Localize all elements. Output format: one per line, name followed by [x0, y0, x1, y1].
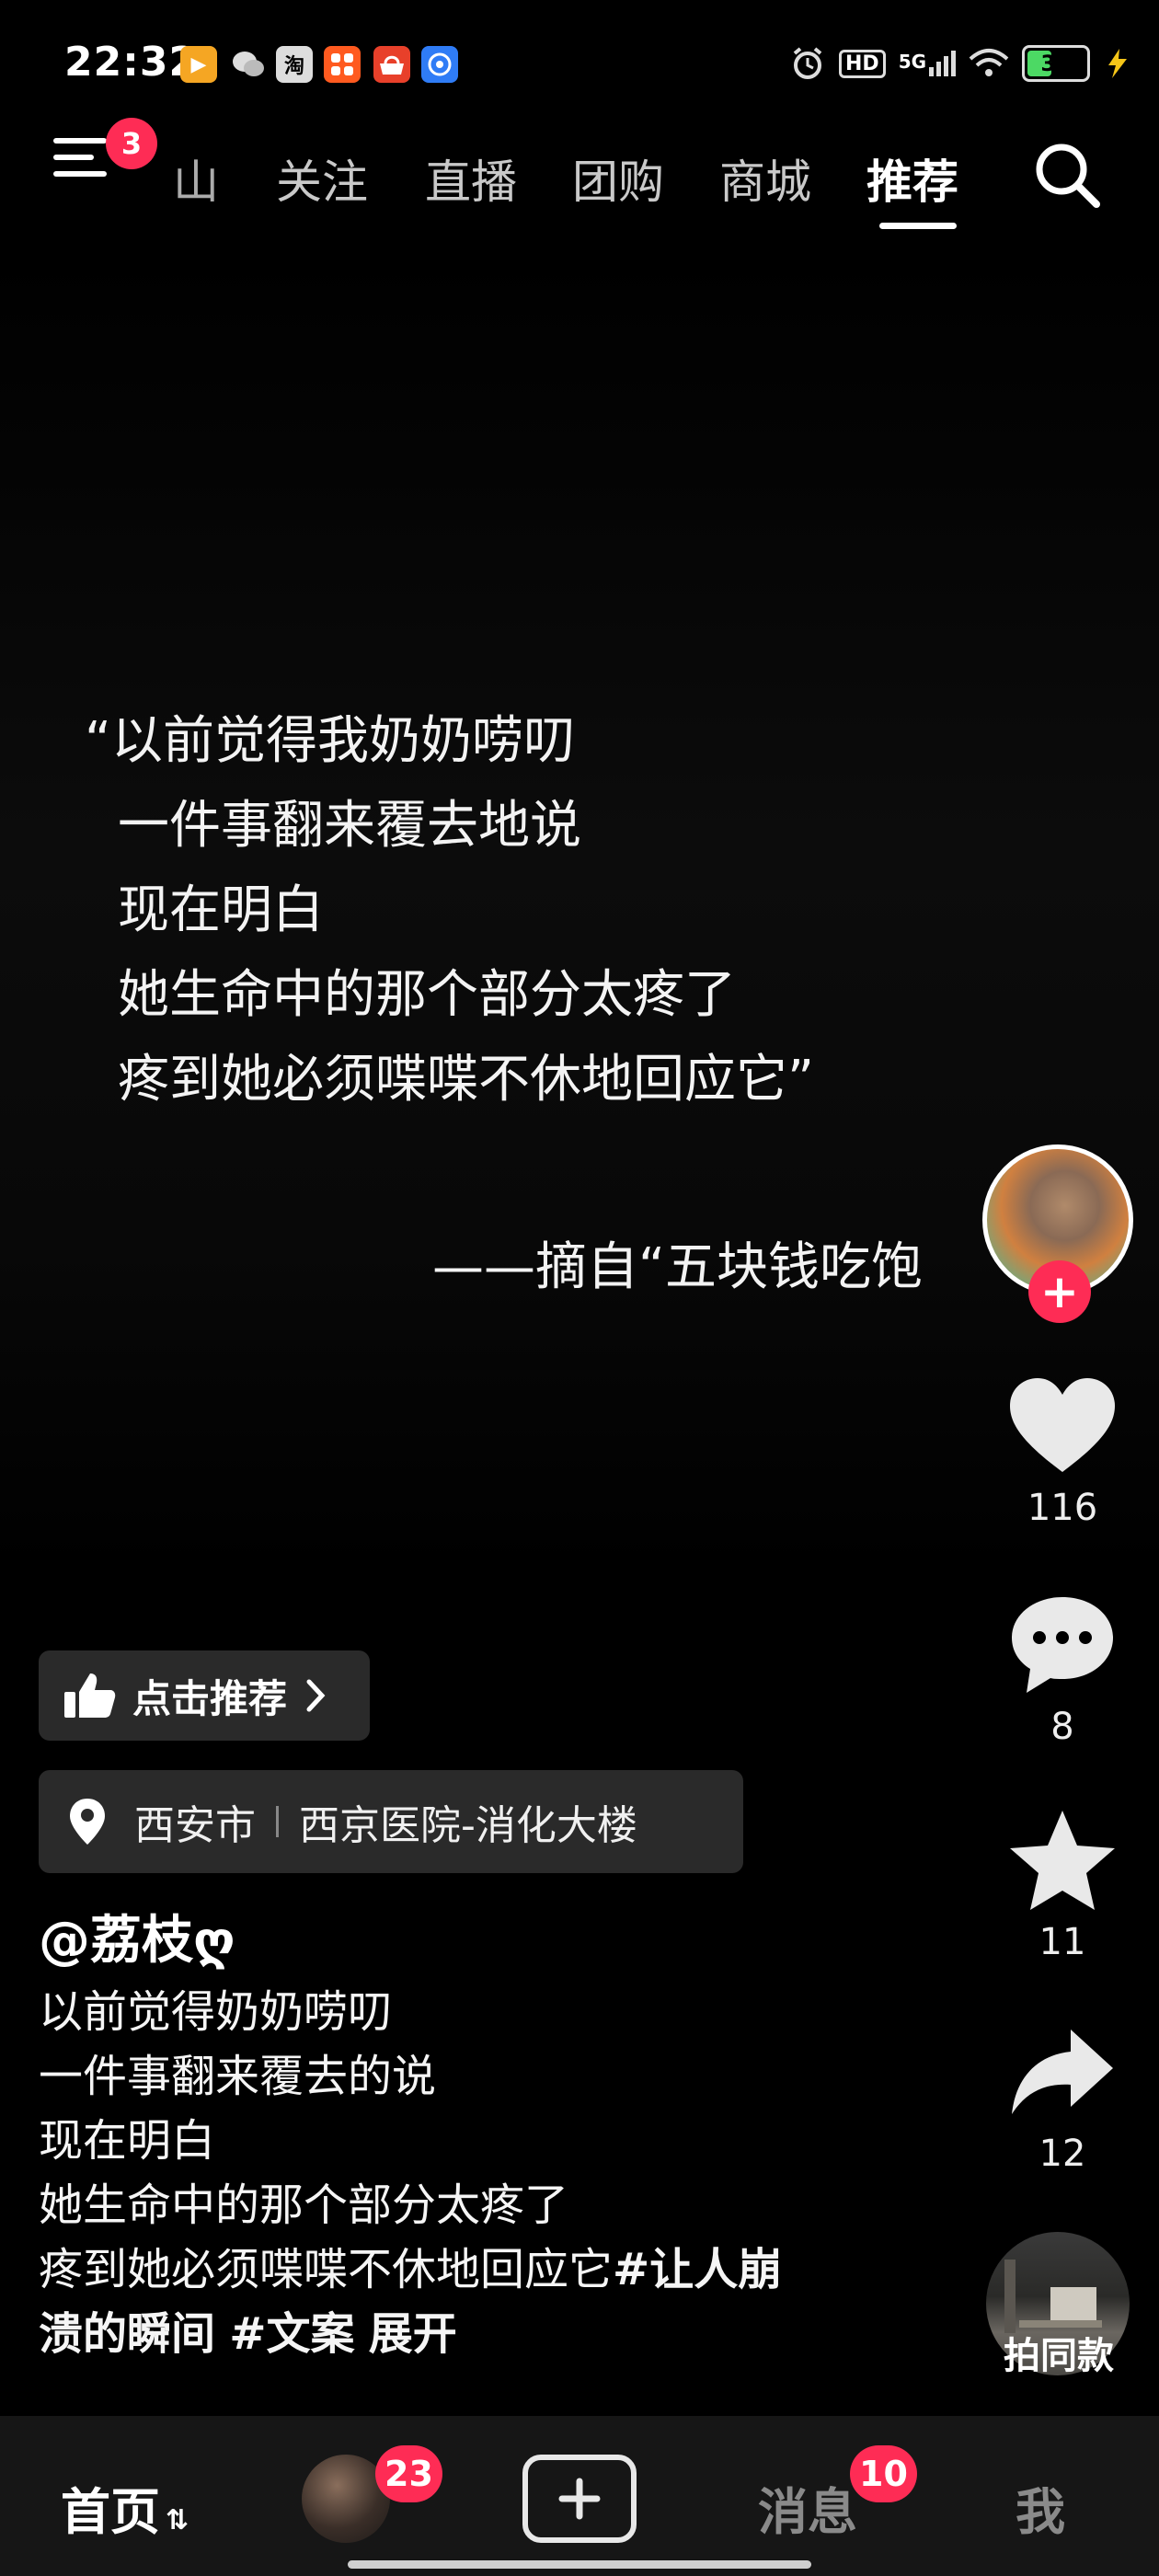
like-count: 116 — [1027, 1487, 1098, 1529]
star-icon — [1010, 1811, 1115, 1910]
tab-messages[interactable]: 消息 — [758, 2471, 857, 2544]
signal-icon: 5G — [898, 51, 957, 76]
charging-icon — [1108, 49, 1128, 78]
home-indicator — [348, 2560, 811, 2569]
network-label: 5G — [898, 51, 927, 73]
quote-line-3: 现在明白 — [118, 880, 324, 940]
description-line-6: 溃的瞬间 #文案 展开 — [39, 2302, 457, 2366]
thumbs-up-icon — [64, 1673, 116, 1718]
plus-icon — [558, 2478, 601, 2520]
wifi-icon — [969, 49, 1009, 76]
favorite-button[interactable] — [1004, 1805, 1120, 1921]
location-city: 西安市 — [134, 1802, 256, 1849]
recommend-label: 点击推荐 — [132, 1675, 288, 1721]
description-line-4: 她生命中的那个部分太疼了 — [39, 2179, 569, 2231]
quote-line-2: 一件事翻来覆去地说 — [118, 796, 581, 856]
location-divider — [276, 1806, 279, 1837]
status-indicators: HD 5G 38 — [789, 42, 1130, 85]
swap-icon: ⇅ — [166, 2504, 189, 2536]
tab-mall[interactable]: 商城 — [719, 145, 811, 212]
hd-label: HD — [839, 49, 886, 78]
menu-badge: 3 — [106, 118, 157, 169]
location-chip[interactable]: 西安市 西京医院-消化大楼 — [39, 1770, 743, 1873]
share-icon — [1012, 2030, 1113, 2114]
tab-home[interactable]: 首页 ⇅ — [61, 2471, 189, 2544]
status-time: 22:32 — [64, 39, 199, 86]
expand-link[interactable]: 展开 — [369, 2308, 457, 2360]
tab-follow[interactable]: 关注 — [276, 145, 368, 212]
quote-line-4: 她生命中的那个部分太疼了 — [118, 965, 736, 1025]
alarm-icon — [793, 47, 822, 79]
create-button[interactable] — [522, 2455, 637, 2543]
heart-icon — [1010, 1378, 1115, 1472]
shopping-app-icon — [373, 46, 410, 83]
tab-group-buy[interactable]: 团购 — [572, 145, 664, 212]
wechat-icon — [230, 46, 267, 83]
hashtag-link[interactable]: #让人崩 — [613, 2244, 782, 2295]
description-line-2: 一件事翻来覆去的说 — [39, 2051, 437, 2102]
hashtag-link-continued[interactable]: 溃的瞬间 — [39, 2308, 215, 2360]
chevron-right-icon — [306, 1679, 326, 1712]
recommend-chip[interactable]: 点击推荐 — [39, 1650, 370, 1741]
video-app-icon: ▶ — [180, 46, 217, 83]
location-place: 西京医院-消化大楼 — [299, 1802, 637, 1849]
browser-icon — [421, 46, 458, 83]
taobao-icon: 淘 — [276, 46, 313, 83]
same-style-label[interactable]: 拍同款 — [981, 2326, 1137, 2379]
quote-line-1: “以前觉得我奶奶唠叨 — [85, 711, 576, 771]
battery-level: 38 — [1040, 51, 1072, 76]
tab-home-label: 首页 — [61, 2483, 160, 2541]
tab-live[interactable]: 直播 — [425, 145, 517, 212]
share-count: 12 — [1039, 2133, 1086, 2175]
tab-partial[interactable]: 山 — [173, 145, 219, 212]
description-text: 疼到她必须喋喋不休地回应它 — [39, 2244, 614, 2295]
comment-icon — [1012, 1597, 1113, 1693]
hashtag-copywriting[interactable]: #文案 — [229, 2308, 354, 2360]
description-line-1: 以前觉得奶奶唠叨 — [39, 1986, 393, 2038]
author-name[interactable]: @荔枝ღ — [39, 1899, 235, 1973]
quote-source: ——摘自“五块钱吃饱 — [432, 1237, 924, 1297]
location-pin-icon — [70, 1799, 105, 1845]
follow-button[interactable]: + — [1028, 1260, 1091, 1323]
comment-count: 8 — [1050, 1706, 1074, 1748]
messages-badge: 10 — [850, 2445, 917, 2502]
active-tab-indicator — [879, 223, 957, 229]
friends-badge: 23 — [375, 2445, 442, 2502]
search-icon — [1036, 144, 1100, 208]
tab-me[interactable]: 我 — [1016, 2471, 1065, 2544]
search-button[interactable] — [1030, 138, 1104, 212]
battery-icon: 38 — [1022, 45, 1091, 82]
grid-app-icon — [324, 46, 361, 83]
description-line-5: 疼到她必须喋喋不休地回应它#让人崩 — [39, 2237, 782, 2302]
quote-line-5: 疼到她必须喋喋不休地回应它” — [118, 1050, 815, 1110]
comment-button[interactable] — [1004, 1590, 1120, 1706]
description-line-3: 现在明白 — [39, 2115, 216, 2167]
tab-recommend[interactable]: 推荐 — [866, 145, 958, 212]
like-button[interactable] — [1004, 1371, 1120, 1487]
share-button[interactable] — [1004, 2017, 1120, 2133]
favorite-count: 11 — [1039, 1921, 1086, 1963]
